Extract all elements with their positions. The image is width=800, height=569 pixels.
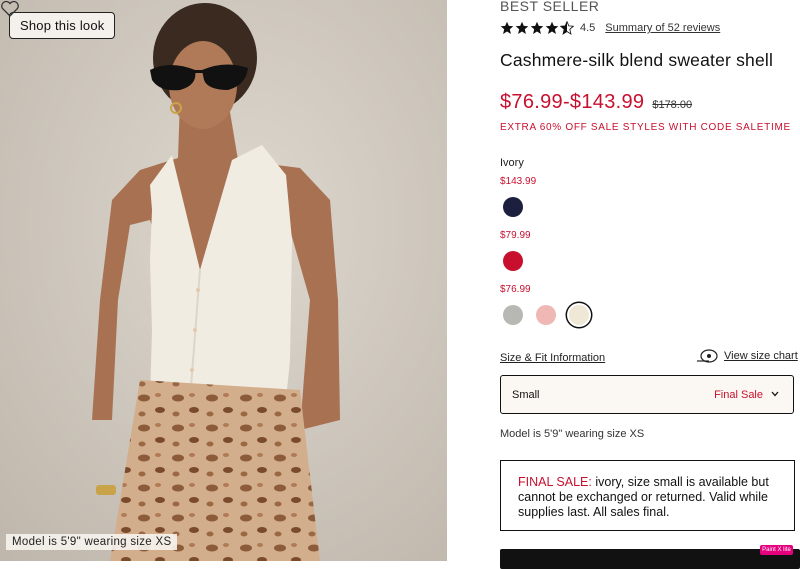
color-group-price: $143.99 [500,176,537,187]
product-image[interactable]: Shop this look Model is 5'9" wearing siz… [0,0,447,561]
tape-measure-icon [697,349,718,363]
size-select-value: Small [512,389,540,401]
selected-color-label: Ivory [500,157,524,169]
reviews-summary-link[interactable]: Summary of 52 reviews [605,22,720,34]
product-details: BEST SELLER 4.5 Summary of 52 reviews Ca… [500,0,800,569]
size-chart-label: View size chart [724,350,798,362]
model-illustration [0,0,447,561]
rating-row: 4.5 Summary of 52 reviews [500,21,720,35]
price-row: $76.99-$143.99 $178.00 [500,91,692,114]
swatch-navy[interactable] [503,197,523,217]
final-sale-label: FINAL SALE: [518,475,592,489]
star-rating [500,21,574,35]
swatch-ivory-selected[interactable] [569,305,589,325]
add-to-bag-button[interactable] [500,549,800,569]
chevron-down-icon [771,391,779,397]
swatch-pink[interactable] [536,305,556,325]
model-caption: Model is 5'9" wearing size XS [6,534,178,550]
final-sale-note: Final Sale [714,389,763,401]
color-group-price: $76.99 [500,284,531,295]
sale-price: $76.99-$143.99 [500,91,645,113]
heart-icon[interactable] [0,0,20,18]
swatch-heather-grey[interactable] [503,305,523,325]
model-note: Model is 5'9" wearing size XS [500,428,645,440]
size-fit-link[interactable]: Size & Fit Information [500,352,605,364]
size-chart-link[interactable]: View size chart [696,349,798,363]
swatch-red[interactable] [503,251,523,271]
overlay-badge: Paint X lite [760,545,793,555]
original-price: $178.00 [652,99,693,111]
star-icon [515,21,529,34]
size-select[interactable]: Small Final Sale [500,375,794,414]
best-seller-label: BEST SELLER [500,0,600,14]
promo-message: EXTRA 60% OFF SALE STYLES WITH CODE SALE… [500,122,791,133]
rating-value: 4.5 [580,22,596,34]
half-star-icon [560,21,574,35]
shop-this-look-button[interactable]: Shop this look [9,12,116,39]
product-title: Cashmere-silk blend sweater shell [500,50,774,70]
star-icon [545,21,559,34]
star-icon [530,21,544,34]
color-group-price: $79.99 [500,230,531,241]
star-icon [500,21,514,34]
final-sale-notice: FINAL SALE: ivory, size small is availab… [500,460,795,531]
